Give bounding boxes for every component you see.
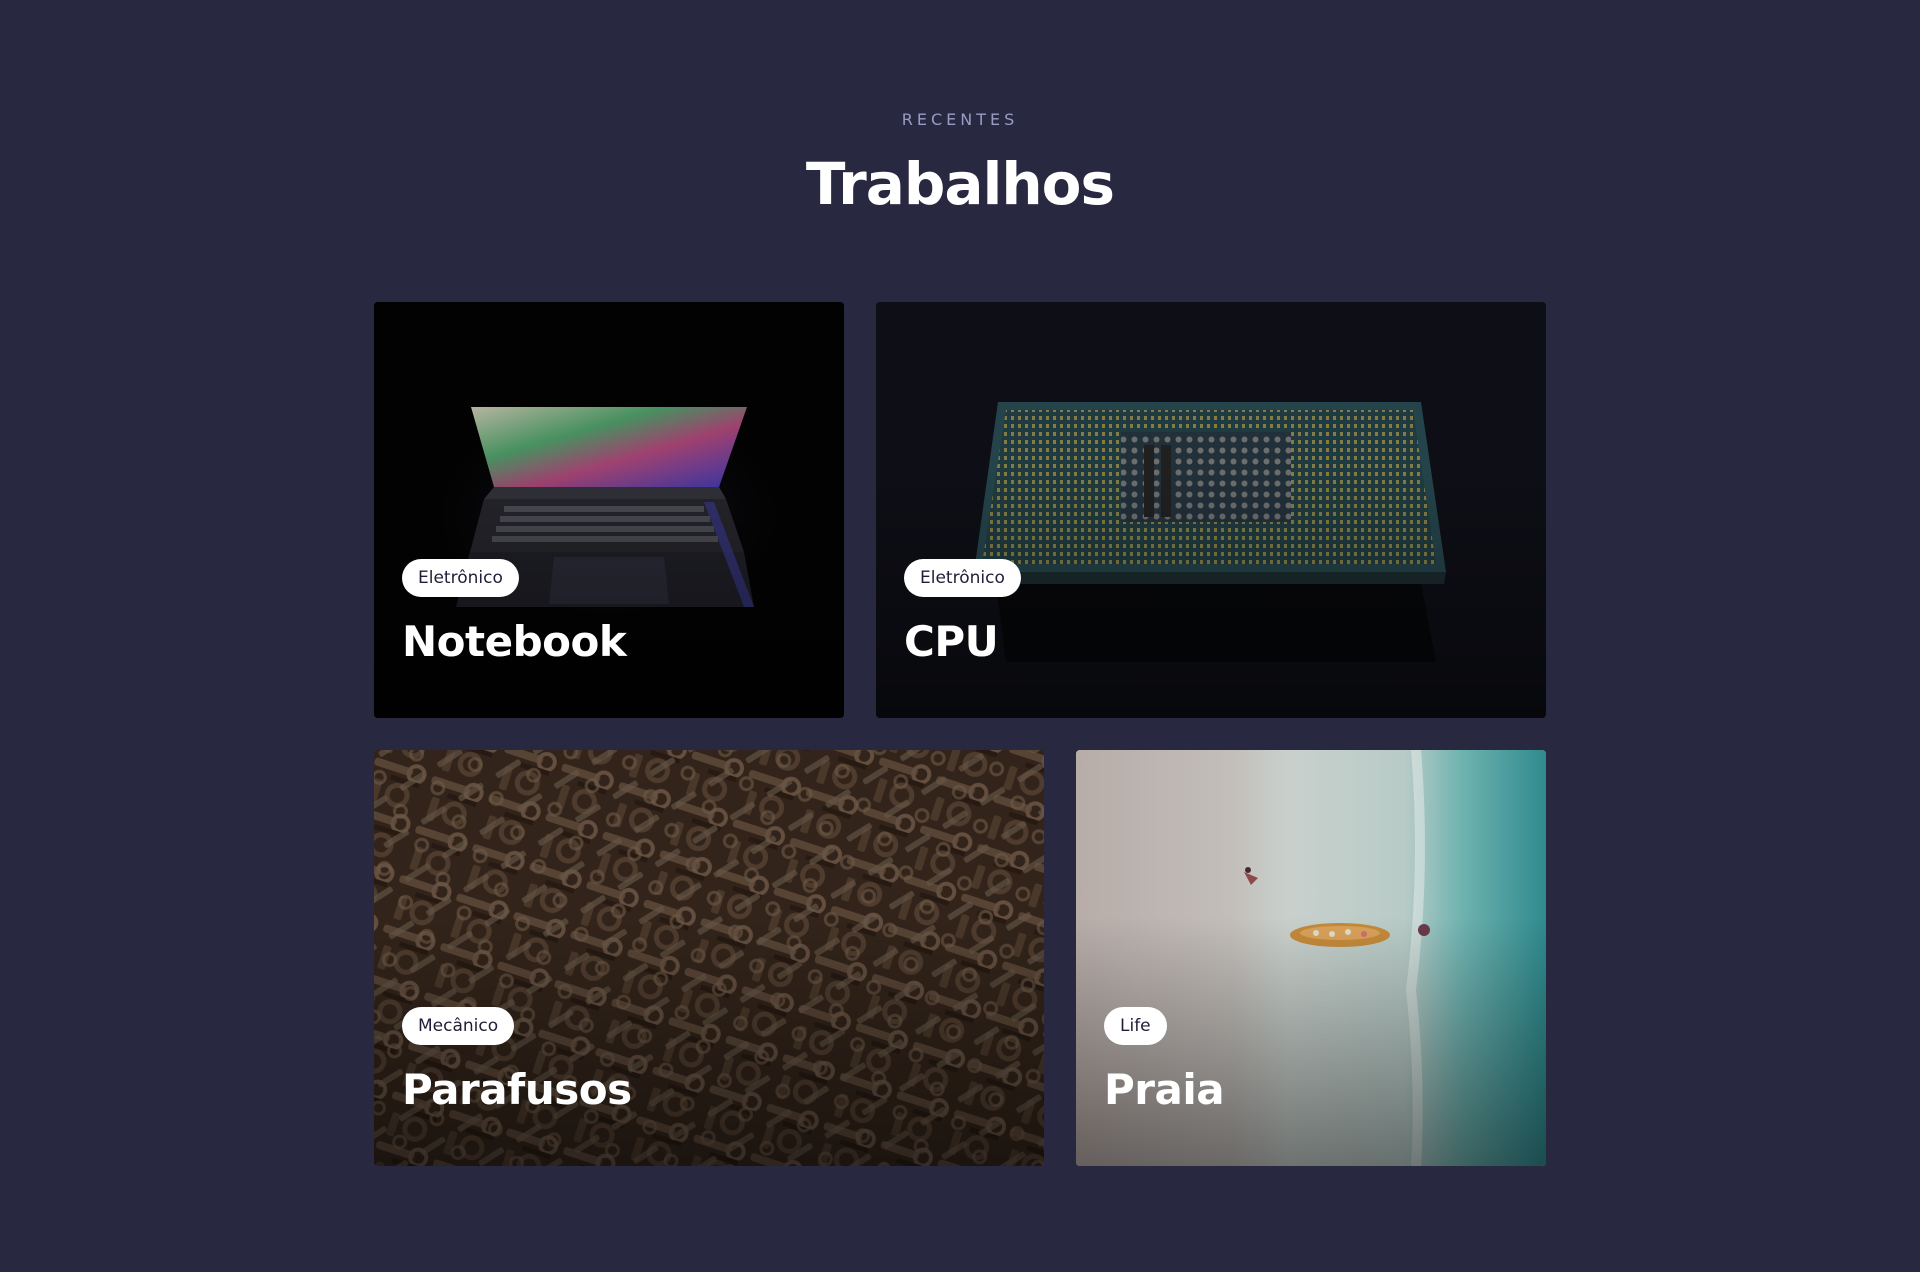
- project-card-cpu[interactable]: Eletrônico CPU: [876, 302, 1546, 718]
- project-card-parafusos[interactable]: Mecânico Parafusos: [374, 750, 1044, 1166]
- project-card-notebook[interactable]: Eletrônico Notebook: [374, 302, 844, 718]
- section-eyebrow: RECENTES: [901, 110, 1019, 129]
- project-title: Praia: [1104, 1065, 1225, 1114]
- category-badge: Mecânico: [402, 1007, 515, 1045]
- category-badge: Eletrônico: [402, 559, 519, 597]
- category-badge: Eletrônico: [904, 559, 1021, 597]
- project-title: CPU: [904, 617, 999, 666]
- project-title: Notebook: [402, 617, 627, 666]
- section-title: Trabalhos: [805, 150, 1115, 218]
- category-badge: Life: [1104, 1007, 1167, 1045]
- project-title: Parafusos: [402, 1065, 632, 1114]
- project-card-praia[interactable]: Life Praia: [1076, 750, 1546, 1166]
